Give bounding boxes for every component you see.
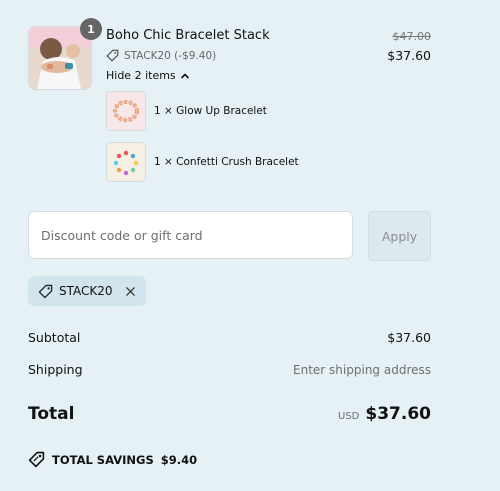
hide-items-toggle[interactable]: Hide 2 items	[106, 69, 190, 82]
currency-code: USD	[338, 411, 360, 422]
bracelet-image	[106, 91, 146, 131]
shipping-value: Enter shipping address	[293, 363, 431, 377]
shipping-label: Shipping	[28, 362, 83, 377]
chevron-up-icon	[180, 73, 189, 78]
sub-item-label: 1 × Confetti Crush Bracelet	[154, 156, 299, 168]
list-item: 1 × Glow Up Bracelet	[106, 91, 267, 131]
sale-price: $37.60	[387, 48, 431, 63]
close-icon[interactable]	[125, 286, 136, 297]
total-label: Total	[28, 404, 75, 424]
apply-button[interactable]: Apply	[368, 211, 431, 261]
subtotal-value: $37.60	[387, 330, 431, 345]
tag-icon	[28, 451, 45, 468]
total-value: $37.60	[365, 404, 431, 424]
applied-discount-chip: STACK20	[28, 276, 146, 306]
product-photo	[29, 27, 91, 89]
product-thumbnail-wrap: 1	[28, 18, 102, 90]
product-discount-text: STACK20 (-$9.40)	[124, 49, 217, 62]
total-amount-group: USD $37.60	[338, 404, 431, 424]
savings-value: $9.40	[160, 452, 198, 467]
sub-item-label: 1 × Glow Up Bracelet	[154, 105, 267, 117]
hide-items-label: Hide 2 items	[106, 69, 176, 82]
original-price: $47.00	[392, 30, 432, 43]
bracelet-image	[106, 142, 146, 182]
applied-code-label: STACK20	[59, 284, 113, 298]
discount-code-input[interactable]	[28, 211, 353, 259]
savings-label: TOTAL SAVINGS	[52, 452, 154, 467]
quantity-badge: 1	[80, 18, 102, 40]
product-title: Boho Chic Bracelet Stack	[106, 28, 270, 43]
tag-icon	[38, 284, 53, 298]
product-discount: STACK20 (-$9.40)	[106, 49, 216, 62]
confetti-crush-bracelet-photo	[107, 143, 145, 181]
subtotal-label: Subtotal	[28, 330, 81, 345]
tag-icon	[106, 49, 119, 62]
total-savings: TOTAL SAVINGS $9.40	[28, 451, 197, 468]
list-item: 1 × Confetti Crush Bracelet	[106, 142, 299, 182]
glow-up-bracelet-photo	[107, 92, 145, 130]
